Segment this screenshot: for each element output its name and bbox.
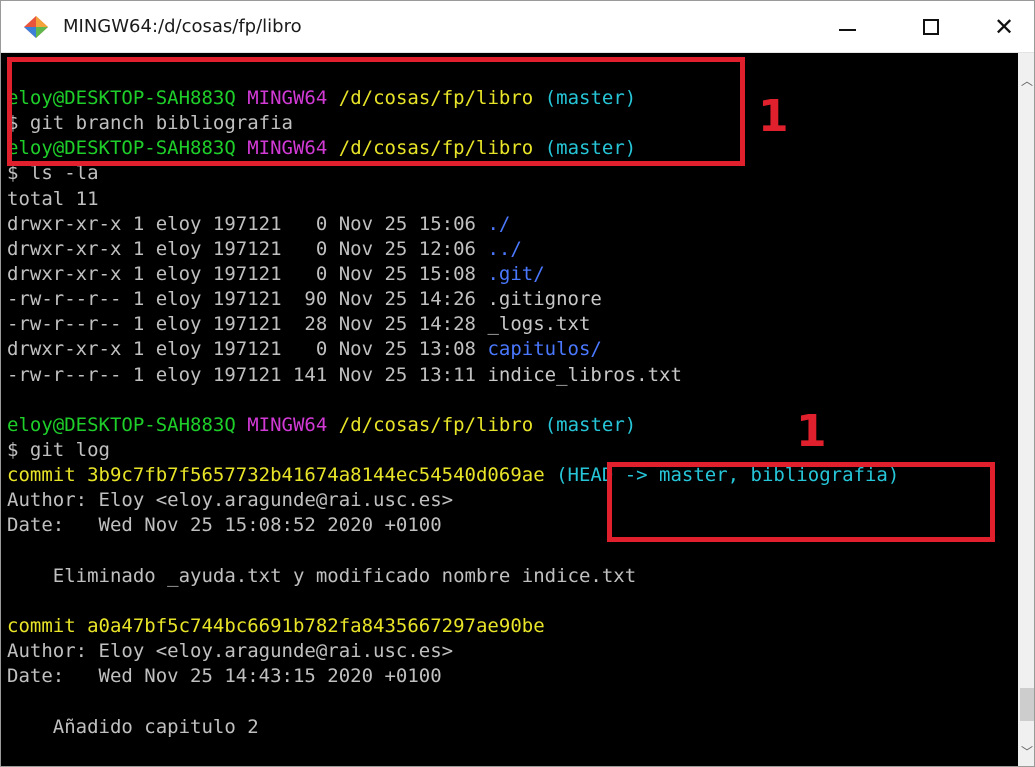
close-button[interactable]: ✕ <box>974 1 1034 53</box>
commit-message: Eliminado _ayuda.txt y modificado nombre… <box>7 564 637 587</box>
prompt-line: eloy@DESKTOP-SAH883Q MINGW64 /d/cosas/fp… <box>7 413 899 438</box>
scroll-up-icon[interactable]: ︿ <box>1021 75 1033 87</box>
prompt-user-host: eloy@DESKTOP-SAH883Q <box>7 413 236 436</box>
scrollbar-thumb[interactable] <box>1020 688 1034 721</box>
ls-row: drwxr-xr-x 1 eloy 197121 0 Nov 25 13:08 … <box>7 338 602 361</box>
annotation-box-branch-command <box>7 57 745 166</box>
maximize-button[interactable] <box>901 1 961 53</box>
annotation-label: 1 <box>758 91 789 142</box>
commit-date: Date: Wed Nov 25 14:43:15 2020 +0100 <box>7 665 442 688</box>
close-icon: ✕ <box>993 13 1015 41</box>
ls-row: -rw-r--r-- 1 eloy 197121 90 Nov 25 14:26… <box>7 288 602 311</box>
command-line: $ git log <box>7 438 110 461</box>
prompt-path: /d/cosas/fp/libro <box>338 413 534 436</box>
ls-entry-name: .gitignore <box>487 288 602 311</box>
commit-hash-line: commit a0a47bf5c744bc6691b782fa843566729… <box>7 614 899 639</box>
ls-row: drwxr-xr-x 1 eloy 197121 0 Nov 25 15:06 … <box>7 212 511 235</box>
commit-hash: commit 3b9c7fb7f5657732b41674a8144ec5454… <box>7 464 545 487</box>
ls-row: drwxr-xr-x 1 eloy 197121 0 Nov 25 12:06 … <box>7 237 522 260</box>
minimize-button[interactable] <box>817 1 877 53</box>
ls-total: total 11 <box>7 187 99 210</box>
commit-hash: commit a0a47bf5c744bc6691b782fa843566729… <box>7 614 545 637</box>
scroll-down-icon[interactable]: ﹀ <box>1021 746 1033 758</box>
ls-entry-name: indice_libros.txt <box>487 363 682 386</box>
ls-entry-name: ../ <box>487 237 522 260</box>
vertical-scrollbar[interactable]: ︿ ﹀ <box>1018 53 1034 766</box>
ls-entry-name: _logs.txt <box>487 313 591 336</box>
terminal-text: eloy@DESKTOP-SAH883Q MINGW64 /d/cosas/fp… <box>7 86 899 740</box>
ls-row: -rw-r--r-- 1 eloy 197121 141 Nov 25 13:1… <box>7 363 682 386</box>
prompt-system: MINGW64 <box>247 413 328 436</box>
window-title: MINGW64:/d/cosas/fp/libro <box>63 16 302 37</box>
git-bash-icon <box>24 16 48 38</box>
commit-author: Author: Eloy <eloy.aragunde@rai.usc.es> <box>7 640 454 663</box>
ls-row: -rw-r--r-- 1 eloy 197121 28 Nov 25 14:28… <box>7 313 591 336</box>
ls-entry-name: .git/ <box>487 262 545 285</box>
title-bar[interactable]: MINGW64:/d/cosas/fp/libro ✕ <box>1 1 1034 53</box>
ls-row: drwxr-xr-x 1 eloy 197121 0 Nov 25 15:08 … <box>7 262 545 285</box>
minimize-icon <box>838 29 856 31</box>
annotation-box-head-refs <box>607 462 995 542</box>
prompt-branch: (master) <box>544 413 637 436</box>
commit-message: Añadido capitulo 2 <box>7 715 259 738</box>
annotation-label: 1 <box>796 406 827 457</box>
ls-entry-name: ./ <box>487 212 511 235</box>
maximize-icon <box>923 19 939 35</box>
ls-entry-name: capitulos/ <box>487 338 602 361</box>
